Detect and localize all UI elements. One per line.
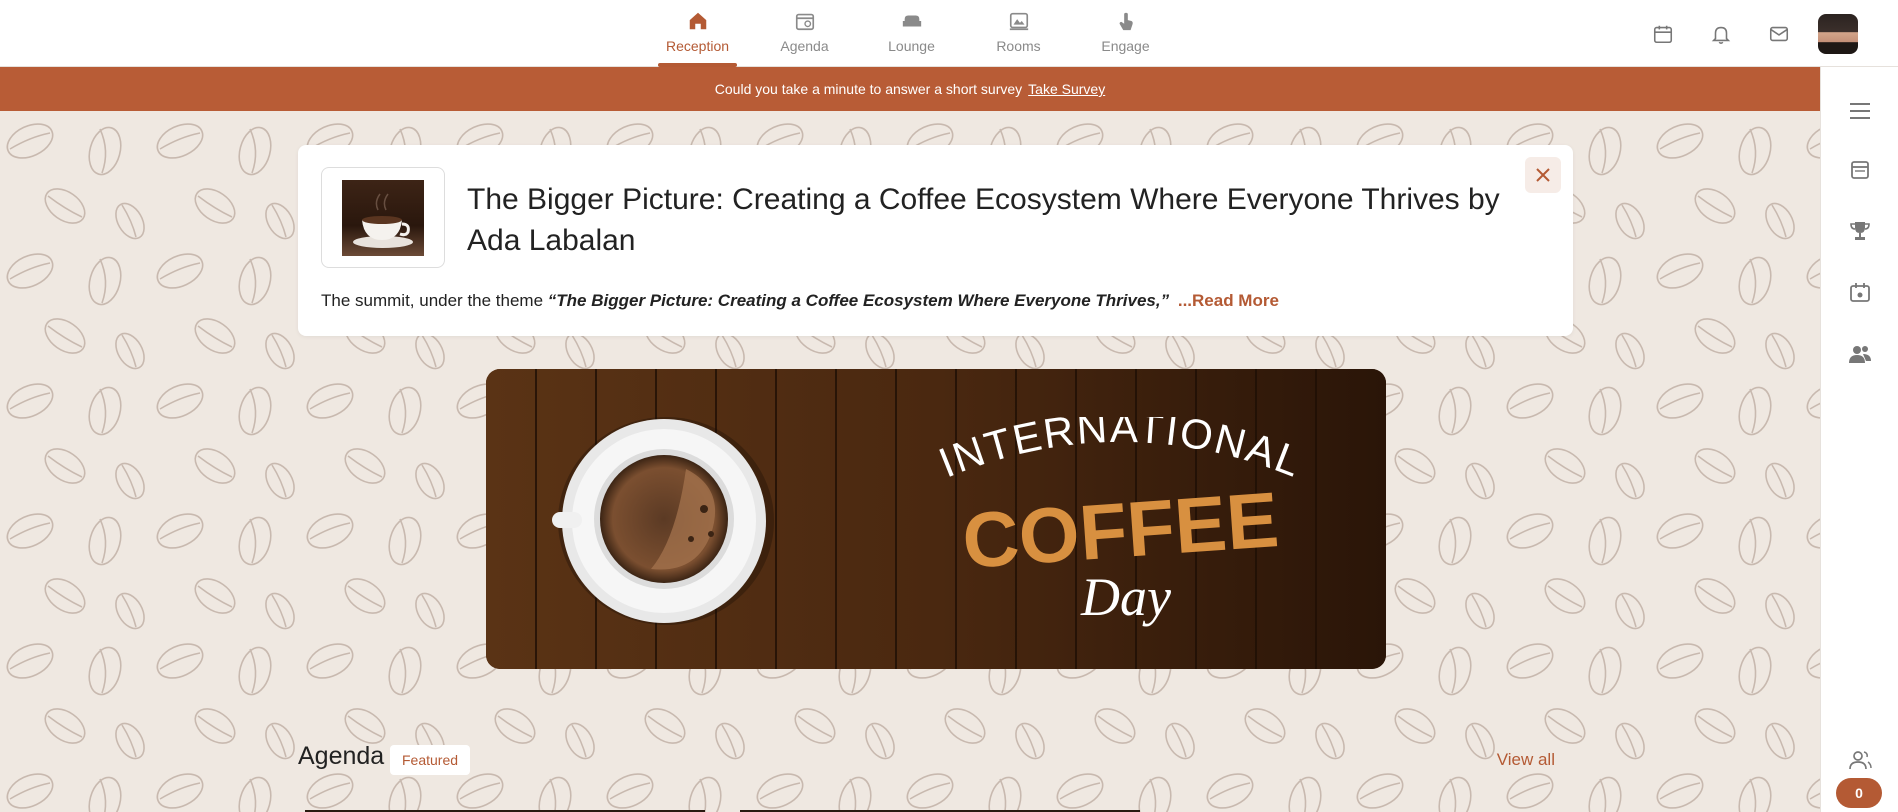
hero-line-3: Day <box>1080 567 1171 627</box>
agenda-section-title: Agenda <box>298 742 385 770</box>
sofa-icon <box>902 15 921 27</box>
calendar-icon <box>1653 25 1673 43</box>
featured-badge: Featured <box>390 745 471 775</box>
nav-label: Engage <box>1101 38 1150 54</box>
description-quote: “The Bigger Picture: Creating a Coffee E… <box>547 291 1170 310</box>
calendar-button[interactable] <box>1634 0 1692 67</box>
home-icon <box>689 12 706 30</box>
nav-tab-agenda[interactable]: Agenda <box>751 0 858 67</box>
nav-tab-rooms[interactable]: Rooms <box>965 0 1072 67</box>
survey-text: Could you take a minute to answer a shor… <box>714 81 1023 97</box>
main-nav: Reception Agenda Lounge Rooms Engage <box>644 0 1179 67</box>
event-icon <box>1850 283 1870 302</box>
sidebar-menu-button[interactable] <box>1821 91 1898 131</box>
menu-icon <box>1850 103 1870 119</box>
people-icon <box>1849 346 1871 363</box>
hand-pointer-icon <box>1119 12 1133 31</box>
survey-banner: Could you take a minute to answer a shor… <box>0 67 1820 111</box>
take-survey-link[interactable]: Take Survey <box>1028 81 1105 97</box>
top-right-actions <box>1634 0 1898 67</box>
announcement-card: The Bigger Picture: Creating a Coffee Ec… <box>298 145 1573 336</box>
sidebar-schedule-button[interactable] <box>1821 150 1898 190</box>
nav-label: Reception <box>665 38 730 54</box>
close-announcement-button[interactable] <box>1525 157 1561 193</box>
read-more-link[interactable]: ...Read More <box>1178 291 1279 310</box>
rooms-icon <box>1009 12 1028 31</box>
calendar-icon <box>795 13 814 31</box>
nav-tab-engage[interactable]: Engage <box>1072 0 1179 67</box>
sidebar-attendees-button[interactable] <box>1821 740 1898 780</box>
trophy-icon <box>1850 222 1870 240</box>
mail-icon <box>1769 26 1789 41</box>
bell-icon <box>1711 26 1731 44</box>
coffee-cup-image <box>342 179 424 256</box>
hero-banner[interactable]: INTERNATIONAL COFFEE Day <box>486 369 1386 669</box>
view-all-link[interactable]: View all <box>1497 750 1555 770</box>
nav-label: Agenda <box>780 38 829 54</box>
close-icon <box>1536 168 1550 182</box>
nav-tab-lounge[interactable]: Lounge <box>858 0 965 67</box>
description-prefix: The summit, under the theme <box>321 291 544 310</box>
online-count-badge[interactable]: 0 <box>1836 778 1882 808</box>
nav-label: Rooms <box>996 38 1041 54</box>
schedule-icon <box>1851 161 1869 179</box>
hero-title: INTERNATIONAL COFFEE Day <box>906 404 1336 627</box>
sidebar-people-button[interactable] <box>1821 334 1898 374</box>
user-avatar[interactable] <box>1818 13 1858 54</box>
announcement-thumbnail <box>321 167 445 268</box>
right-sidebar <box>1820 67 1898 812</box>
sidebar-events-button[interactable] <box>1821 273 1898 313</box>
notifications-button[interactable] <box>1692 0 1750 67</box>
top-navigation-bar: Reception Agenda Lounge Rooms Engage <box>0 0 1898 67</box>
attendees-icon <box>1849 751 1872 770</box>
sidebar-leaderboard-button[interactable] <box>1821 211 1898 251</box>
announcement-description: The summit, under the theme “The Bigger … <box>321 291 1279 311</box>
nav-label: Lounge <box>888 38 935 54</box>
nav-tab-reception[interactable]: Reception <box>644 0 751 67</box>
messages-button[interactable] <box>1750 0 1808 67</box>
announcement-title: The Bigger Picture: Creating a Coffee Ec… <box>467 183 1500 257</box>
